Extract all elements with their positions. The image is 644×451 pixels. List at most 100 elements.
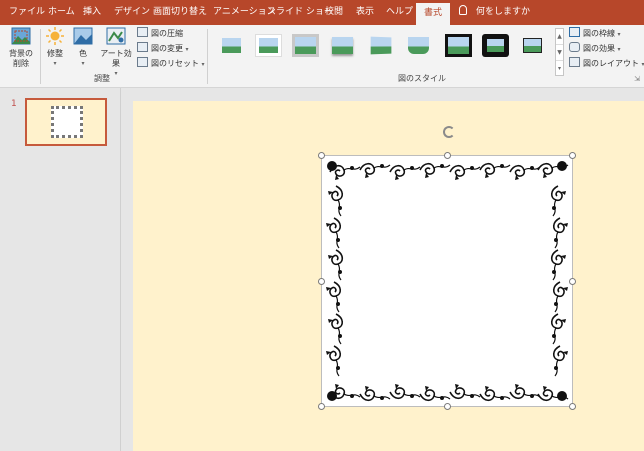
picture-border-label: 図の枠線: [583, 29, 615, 38]
compress-icon: [137, 27, 148, 37]
picture-style-7[interactable]: [445, 34, 472, 57]
style-preview: [370, 36, 392, 55]
style-preview: [523, 38, 542, 53]
rotate-handle-icon[interactable]: [443, 126, 455, 138]
slide-thumbnail[interactable]: [25, 98, 107, 146]
frame-left-border: [325, 185, 344, 377]
tell-me-label: 何をしますか: [476, 7, 531, 17]
chevron-down-icon: ▾: [617, 46, 621, 53]
picture-style-2[interactable]: [255, 34, 282, 57]
ribbon-separator: [40, 29, 41, 84]
reset-picture-icon: [137, 57, 148, 67]
remove-background-label-1: 背景の: [9, 49, 33, 58]
picture-style-6[interactable]: [405, 34, 432, 57]
picture-effects-button[interactable]: 図の効果 ▾: [569, 42, 621, 56]
resize-handle-top[interactable]: [444, 152, 451, 159]
style-preview: [259, 38, 278, 53]
tab-home[interactable]: ホーム: [48, 0, 75, 25]
ribbon-separator: [207, 29, 208, 84]
resize-handle-bottom[interactable]: [444, 403, 451, 410]
chevron-down-icon: ▾: [201, 61, 205, 68]
ribbon-format: 背景の 削除 修整 ▾ 色 ▾ アート効果 ▾ 図の圧縮 図の変更 ▾ 図のリセ…: [0, 25, 644, 88]
gallery-more-icon[interactable]: ▾: [556, 61, 563, 77]
artistic-effects-label: アート効果: [100, 49, 132, 68]
change-picture-icon: [137, 42, 148, 52]
picture-layout-label: 図のレイアウト: [583, 59, 639, 68]
powerpoint-window: ファイル ホーム 挿入 デザイン 画面切り替え アニメーション スライド ショー…: [0, 0, 644, 451]
resize-handle-bottom-left[interactable]: [318, 403, 325, 410]
change-picture-label: 図の変更: [151, 44, 183, 53]
remove-background-icon: [11, 27, 31, 45]
workspace: 1: [0, 88, 644, 451]
ribbon-tab-bar: ファイル ホーム 挿入 デザイン 画面切り替え アニメーション スライド ショー…: [0, 0, 644, 25]
style-preview: [222, 38, 241, 53]
ornate-frame-picture[interactable]: [318, 126, 576, 410]
style-preview: [295, 37, 316, 54]
style-preview: [487, 39, 504, 52]
picture-style-8[interactable]: [482, 34, 509, 57]
chevron-down-icon: ▾: [53, 60, 57, 67]
dialog-launcher-icon[interactable]: ⇲: [634, 75, 640, 83]
frame-corners: [327, 161, 567, 401]
picture-color-icon: [73, 27, 93, 45]
picture-style-5[interactable]: [368, 34, 395, 57]
resize-handle-top-right[interactable]: [569, 152, 576, 159]
layout-icon: [569, 57, 580, 67]
tab-file[interactable]: ファイル: [9, 0, 45, 25]
style-preview: [448, 37, 469, 54]
tell-me-search[interactable]: 何をしますか: [459, 0, 530, 25]
tab-help[interactable]: ヘルプ: [386, 0, 413, 25]
frame-top-border: [329, 162, 569, 181]
corrections-button[interactable]: 修整 ▾: [43, 25, 67, 69]
adjust-group-label: 調整: [94, 74, 110, 83]
chevron-down-icon: ▾: [185, 46, 189, 53]
picture-effects-label: 図の効果: [583, 44, 615, 53]
compress-pictures-button[interactable]: 図の圧縮: [137, 27, 183, 41]
tab-format[interactable]: 書式: [416, 3, 451, 25]
color-label: 色: [79, 49, 87, 58]
thumbnail-picture: [51, 106, 83, 138]
picture-style-3[interactable]: [292, 34, 319, 57]
slide-number: 1: [11, 99, 17, 109]
slide-thumbnail-pane: 1: [0, 88, 121, 451]
gallery-down-icon[interactable]: ▼: [556, 45, 563, 61]
tab-slideshow[interactable]: スライド ショー: [267, 0, 333, 25]
remove-background-button[interactable]: 背景の 削除: [6, 25, 36, 69]
chevron-down-icon: ▾: [81, 60, 85, 67]
resize-handle-left[interactable]: [318, 278, 325, 285]
resize-handle-bottom-right[interactable]: [569, 403, 576, 410]
tab-review[interactable]: 校閲: [325, 0, 343, 25]
reset-picture-label: 図のリセット: [151, 59, 199, 68]
artistic-effects-button[interactable]: アート効果 ▾: [97, 25, 135, 79]
picture-style-1[interactable]: [218, 34, 245, 57]
gallery-scroll[interactable]: ▲ ▼ ▾: [555, 28, 564, 76]
style-preview: [332, 37, 353, 54]
slide-canvas[interactable]: [133, 101, 644, 451]
color-button[interactable]: 色 ▾: [72, 25, 94, 69]
ornate-frame-image: [325, 161, 569, 402]
frame-bottom-border: [329, 383, 569, 402]
change-picture-button[interactable]: 図の変更 ▾: [137, 42, 189, 56]
border-pen-icon: [569, 27, 580, 37]
corrections-label: 修整: [47, 49, 63, 58]
picture-layout-button[interactable]: 図のレイアウト ▾: [569, 57, 644, 71]
tab-insert[interactable]: 挿入: [83, 0, 101, 25]
picture-border-button[interactable]: 図の枠線 ▾: [569, 27, 621, 41]
picture-style-4[interactable]: [329, 34, 356, 57]
picture-style-9[interactable]: [519, 34, 546, 57]
resize-handle-top-left[interactable]: [318, 152, 325, 159]
compress-label: 図の圧縮: [151, 29, 183, 38]
tab-design[interactable]: デザイン: [114, 0, 150, 25]
tab-transitions[interactable]: 画面切り替え: [153, 0, 207, 25]
effects-icon: [569, 42, 580, 52]
picture-styles-group-label: 図のスタイル: [398, 74, 446, 83]
tab-view[interactable]: 表示: [356, 0, 374, 25]
sun-icon: [46, 27, 64, 45]
remove-background-label-2: 削除: [13, 59, 29, 68]
artistic-effects-icon: [106, 27, 126, 45]
reset-picture-button[interactable]: 図のリセット ▾: [137, 57, 205, 71]
frame-right-border: [550, 185, 569, 377]
gallery-up-icon[interactable]: ▲: [556, 29, 563, 45]
resize-handle-right[interactable]: [569, 278, 576, 285]
lightbulb-icon: [459, 5, 467, 15]
